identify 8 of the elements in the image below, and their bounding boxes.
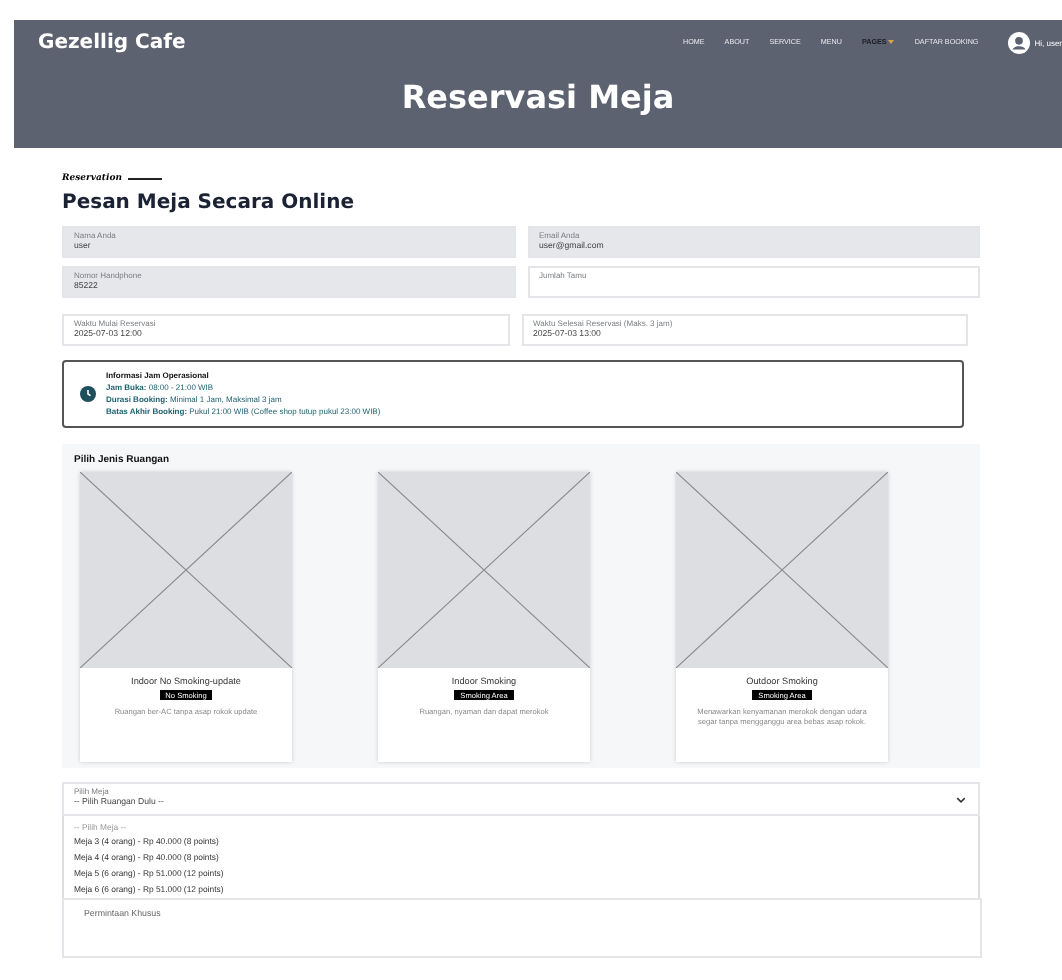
page-title: Reservasi Meja xyxy=(399,78,677,116)
image-placeholder-icon xyxy=(378,472,590,668)
clock-icon xyxy=(80,386,96,402)
brand-logo[interactable]: Gezellig Cafe xyxy=(38,31,186,53)
form-title: Pesan Meja Secara Online xyxy=(62,192,357,214)
user-icon[interactable] xyxy=(1008,31,1031,53)
image-placeholder-icon xyxy=(676,472,888,668)
image-placeholder-icon xyxy=(80,472,292,668)
